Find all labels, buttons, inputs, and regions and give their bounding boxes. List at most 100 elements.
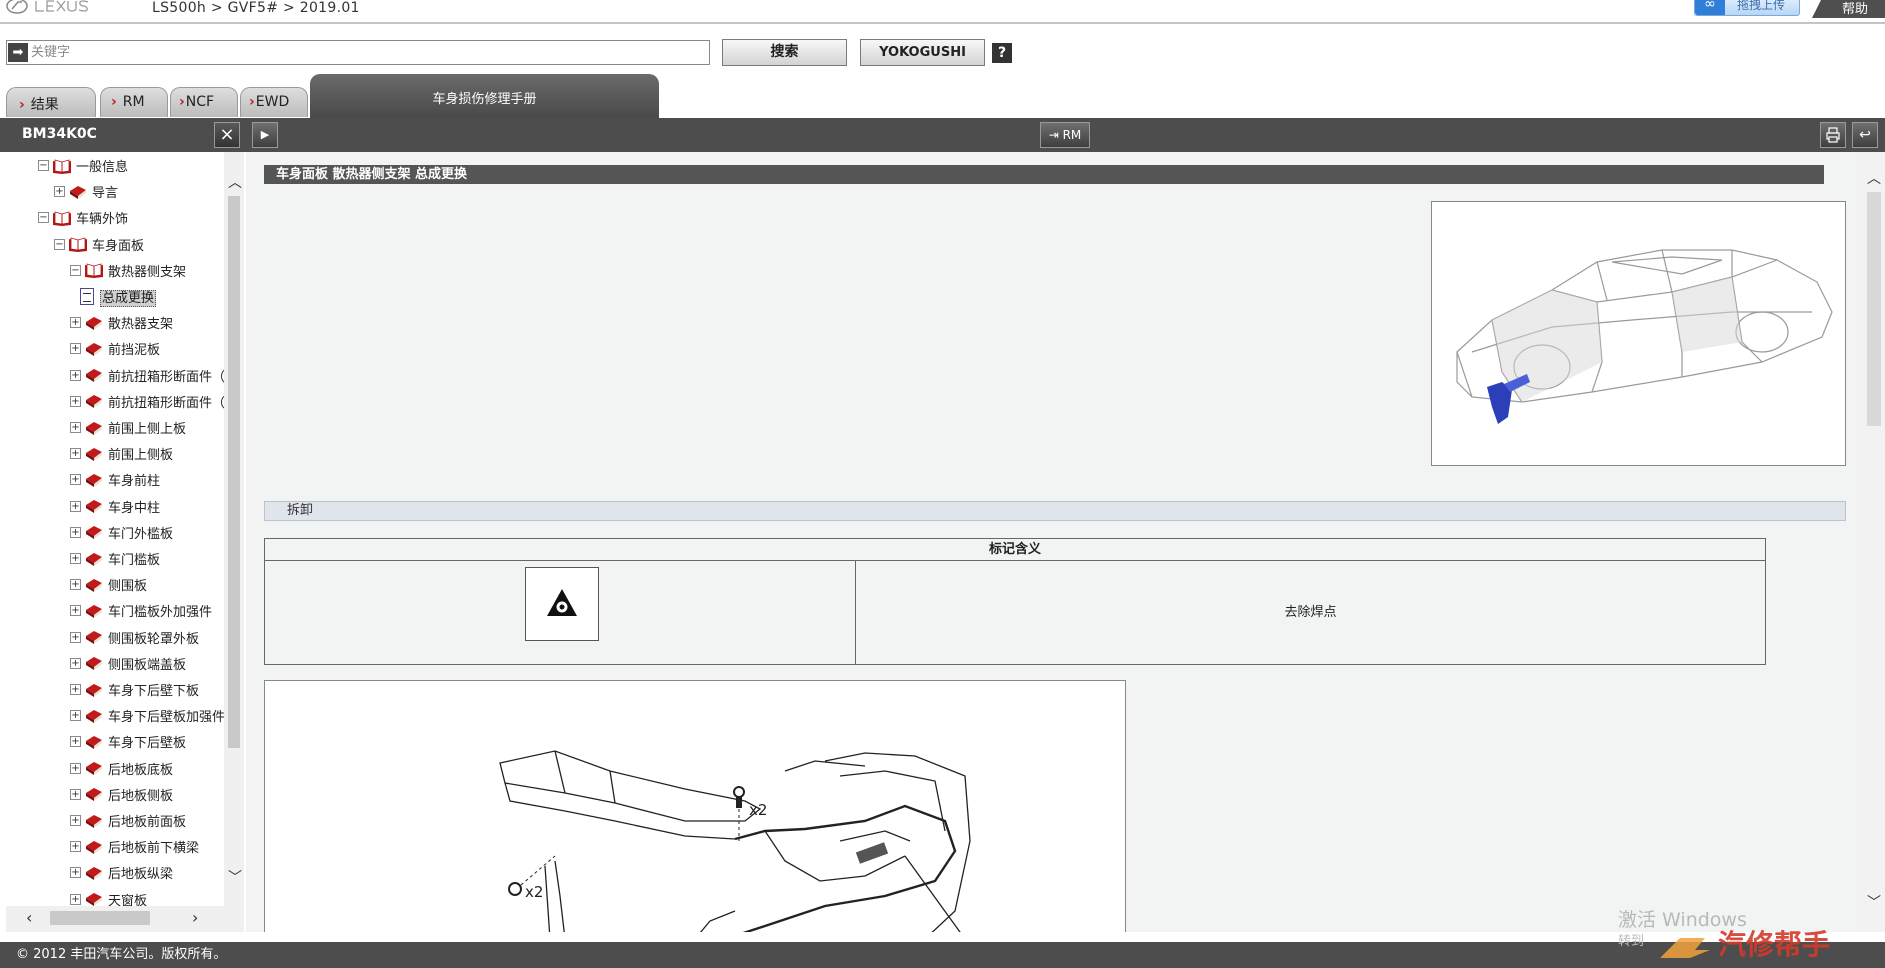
expand-toggle-icon[interactable]: + [70, 710, 81, 722]
chevron-down-icon[interactable]: ﹀ [228, 867, 242, 887]
tree-item[interactable]: + 车身下后壁下板 [70, 680, 199, 702]
tree-item[interactable]: + 前挡泥板 [70, 339, 160, 361]
content-vertical-scrollbar[interactable]: ︿ ﹀ [1863, 152, 1885, 932]
closed-book-icon [86, 526, 102, 540]
expand-toggle-icon[interactable]: + [70, 893, 81, 905]
chevron-right-icon[interactable]: › [192, 908, 198, 927]
tree-item[interactable]: + 车门槛板 [70, 549, 160, 571]
expand-toggle-icon[interactable]: + [70, 657, 81, 669]
tree-item[interactable]: + 后地板底板 [70, 759, 173, 781]
expand-toggle-icon[interactable]: + [70, 395, 81, 407]
goto-rm-button[interactable]: ⇥ RM [1040, 122, 1090, 148]
expand-toggle-icon[interactable]: + [70, 605, 81, 617]
tree-item-label: 后地板前面板 [108, 815, 187, 830]
tree-item[interactable]: + 后地板侧板 [70, 785, 173, 807]
chevron-up-icon[interactable]: ︿ [228, 172, 242, 192]
question-help-button[interactable]: ? [992, 43, 1012, 63]
tree-vertical-scrollbar[interactable]: ︿ ﹀ [224, 152, 244, 906]
chevron-right-icon: › [19, 97, 25, 113]
tree-item[interactable]: + 前围上侧上板 [70, 418, 186, 440]
tree-item[interactable]: + 车门槛板外加强件 [70, 601, 212, 623]
tree-item[interactable]: − 车辆外饰 [38, 208, 128, 230]
tree-item[interactable]: + 后地板前下横梁 [70, 837, 199, 859]
expand-toggle-icon[interactable]: + [70, 474, 81, 486]
tree-item[interactable]: − 散热器侧支架 [70, 261, 186, 283]
spot-weld-removal-icon [525, 567, 599, 641]
tree-item[interactable]: − 一般信息 [38, 156, 128, 178]
tree-item[interactable]: + 车身下后壁板加强件 [70, 706, 224, 728]
tree-item[interactable]: + 侧围板端盖板 [70, 654, 186, 676]
tree-item[interactable]: + 前抗扭箱形断面件（ [70, 366, 224, 388]
tree-item[interactable]: + 车身下后壁板 [70, 732, 186, 754]
expand-toggle-icon[interactable]: + [70, 526, 81, 538]
scroll-thumb[interactable] [228, 196, 240, 748]
back-button[interactable]: ↩ [1852, 122, 1878, 148]
tree-item[interactable]: + 天窗板 [70, 890, 147, 906]
collapse-toggle-icon[interactable]: − [38, 212, 49, 224]
expand-toggle-icon[interactable]: + [70, 841, 81, 853]
expand-toggle-icon[interactable]: + [70, 867, 81, 879]
tree-item[interactable]: 总成更换 [80, 287, 157, 309]
tree-item[interactable]: + 侧围板 [70, 575, 147, 597]
return-icon: ↩ [1859, 127, 1871, 143]
scroll-thumb[interactable] [50, 911, 150, 925]
expand-toggle-icon[interactable]: + [70, 500, 81, 512]
expand-toggle-icon[interactable]: + [70, 788, 81, 800]
goto-rm-label: RM [1062, 128, 1082, 142]
search-input[interactable] [31, 42, 701, 63]
expand-toggle-icon[interactable]: + [70, 553, 81, 564]
closed-book-icon [86, 814, 102, 828]
tree-item-label: 车身中柱 [108, 500, 161, 516]
tab-results[interactable]: › 结果 [6, 87, 96, 117]
yokogushi-button[interactable]: YOKOGUSHI [860, 39, 985, 66]
expand-toggle-icon[interactable]: + [70, 317, 81, 329]
expand-toggle-icon[interactable]: + [70, 343, 81, 355]
expand-toggle-icon[interactable]: + [70, 762, 81, 774]
tab-rm[interactable]: › RM [100, 87, 168, 117]
expand-toggle-icon[interactable]: + [70, 631, 81, 643]
collapse-toggle-icon[interactable]: − [70, 264, 81, 276]
expand-panel-button[interactable]: ▶ [252, 122, 278, 148]
tree-item[interactable]: + 车身中柱 [70, 497, 160, 519]
tab-body-repair-manual[interactable]: 车身损伤修理手册 [310, 74, 659, 118]
tree-item[interactable]: + 导言 [54, 182, 118, 204]
chevron-up-icon[interactable]: ︿ [1867, 168, 1881, 188]
expand-toggle-icon[interactable]: + [70, 815, 81, 826]
closed-book-icon [86, 762, 102, 776]
search-button[interactable]: 搜索 [722, 39, 847, 66]
tab-ewd[interactable]: ›EWD [240, 87, 308, 117]
tree-item[interactable]: + 车门外槛板 [70, 523, 173, 545]
expand-toggle-icon[interactable]: + [70, 422, 81, 433]
closed-book-icon [86, 447, 102, 461]
print-button[interactable] [1820, 122, 1846, 148]
legend-header: 标记含义 [265, 539, 1765, 561]
infinity-icon: ∞ [1695, 0, 1725, 15]
tab-ncf[interactable]: ›NCF [170, 87, 238, 117]
expand-toggle-icon[interactable]: + [70, 448, 81, 460]
tree-item[interactable]: + 后地板纵梁 [70, 863, 173, 885]
expand-toggle-icon[interactable]: + [54, 186, 65, 198]
chevron-left-icon[interactable]: ‹ [26, 908, 32, 927]
tree-item[interactable]: + 散热器支架 [70, 313, 173, 335]
tree-item[interactable]: − 车身面板 [54, 235, 144, 257]
close-panel-button[interactable]: × [214, 122, 240, 148]
tree-item[interactable]: + 车身前柱 [70, 470, 160, 492]
expand-toggle-icon[interactable]: + [70, 369, 81, 381]
tree-item[interactable]: + 侧围板轮罩外板 [70, 628, 199, 650]
tree-item-label: 总成更换 [100, 290, 157, 307]
tree-item[interactable]: + 后地板前面板 [70, 811, 186, 833]
expand-toggle-icon[interactable]: + [70, 736, 81, 748]
scroll-thumb[interactable] [1867, 192, 1881, 426]
expand-toggle-icon[interactable]: + [70, 684, 81, 695]
toolbar: BM34K0C × ▶ ⇥ RM ↩ [0, 118, 1885, 152]
tree-item[interactable]: + 前围上侧板 [70, 444, 173, 466]
help-tab[interactable]: 帮助 [1812, 0, 1885, 18]
expand-toggle-icon[interactable]: + [70, 579, 81, 591]
upload-button[interactable]: ∞ 拖拽上传 [1694, 0, 1800, 16]
collapse-toggle-icon[interactable]: − [54, 238, 65, 250]
tree-horizontal-scrollbar[interactable]: ‹ › [6, 906, 244, 932]
legend-table: 标记含义 去除焊点 [264, 538, 1766, 665]
tree-item[interactable]: + 前抗扭箱形断面件（ [70, 392, 224, 414]
collapse-toggle-icon[interactable]: − [38, 160, 49, 171]
chevron-down-icon[interactable]: ﹀ [1867, 892, 1881, 912]
